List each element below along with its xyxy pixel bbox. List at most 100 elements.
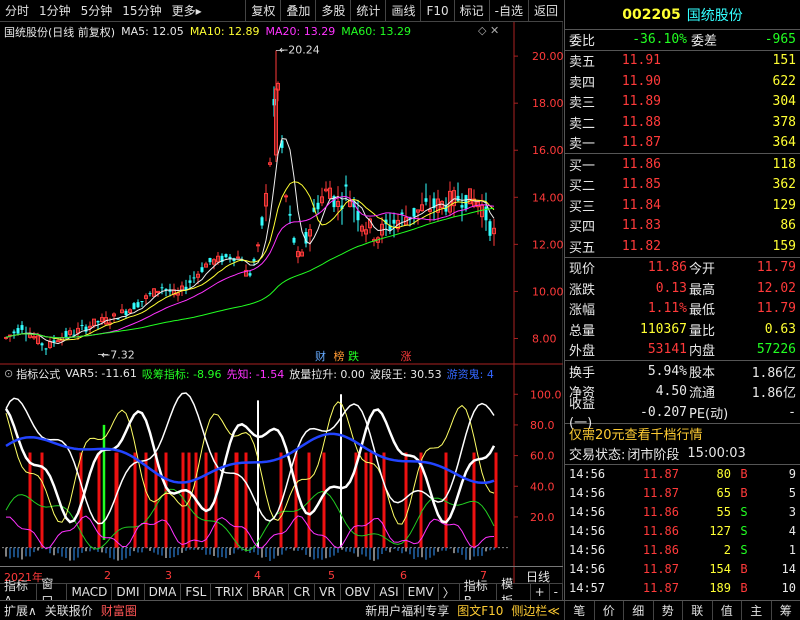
fund-row: 收益(一) -0.207 PE(动) - [565, 397, 800, 431]
indicator-tab[interactable]: 窗口 [37, 577, 68, 608]
tick-price: 11.87 [642, 581, 679, 595]
indicator-tab[interactable]: 指标B [460, 579, 498, 608]
tick-count: 1 [788, 543, 796, 557]
panel-switch-icon[interactable]: 筹 [770, 601, 800, 620]
indicator-tab[interactable]: 〉 [439, 584, 460, 600]
candle-body [44, 348, 48, 350]
cai-marker[interactable]: 财 [315, 350, 326, 363]
candle-body [16, 328, 20, 334]
tick-count: 10 [781, 581, 796, 595]
stat-value: 11.79 [756, 301, 796, 317]
stat-row: 外盘 53141 内盘 57226 [565, 340, 800, 361]
indicator-bar [382, 452, 386, 548]
ma20-line [5, 195, 495, 339]
order-volume: 118 [772, 156, 796, 172]
tick-time: 14:57 [569, 581, 606, 595]
stat-label: 最低 [689, 303, 716, 319]
indicator-tab[interactable]: CR [289, 584, 316, 600]
bottom-left-button[interactable]: 扩展∧ [0, 601, 41, 620]
indicator-tab[interactable]: EMV [404, 584, 439, 600]
price-tick-label: 14.00 [532, 191, 563, 204]
stat-label: 最高 [689, 282, 716, 298]
panel-switch-icon[interactable]: 细 [623, 601, 653, 620]
tick-count: 5 [788, 486, 796, 500]
fund-value: - [788, 404, 796, 420]
panel-switch-icon[interactable]: 主 [741, 601, 771, 620]
price-axis: 20.00 18.00 16.00 14.00 12.00 10.00 8.00 100.0 8… [514, 50, 563, 524]
stat-label: 量比 [689, 323, 716, 339]
stat-label: 外盘 [569, 344, 596, 360]
sidebar-toggle[interactable]: 侧边栏≪ [507, 601, 564, 620]
level2-promo[interactable]: 仅需20元查看千档行情 [565, 424, 800, 445]
stat-label: 涨幅 [569, 303, 596, 319]
indicator-tab[interactable]: 模 板 [497, 577, 531, 608]
candle-body [488, 221, 492, 236]
month-label: 2 [104, 569, 111, 582]
price-tick-label: 8.00 [532, 332, 557, 345]
indicator-tab[interactable]: BRAR [248, 584, 290, 600]
stock-code: 002205 [622, 6, 681, 23]
tick-price: 11.87 [642, 467, 679, 481]
indicator-tab[interactable]: DMA [145, 584, 182, 600]
tuwen-f10-button[interactable]: 图文F10 [453, 601, 507, 620]
buy-orders: 买一 11.86 118 买二 11.85 362 买三 11.84 129 买四 11.83 86 买… [565, 154, 800, 258]
order-price: 11.85 [621, 177, 661, 193]
indicator-tab[interactable]: FSL [181, 584, 212, 600]
candle-body [192, 277, 196, 279]
indicator-bar [444, 452, 448, 548]
tick-row: 14:56 11.87 80 B 9 [565, 465, 800, 484]
price-tick-label: 20.00 [532, 50, 563, 63]
panel-switch-icon[interactable]: 联 [682, 601, 712, 620]
panel-switch-icon[interactable]: 价 [593, 601, 624, 620]
indicator-tab[interactable]: DMI [112, 584, 145, 600]
indicator-series [4, 392, 498, 561]
fund-label: 流通 [689, 386, 716, 402]
tick-row: 14:56 11.87 65 B 5 [565, 484, 800, 503]
tick-volume: 80 [716, 467, 731, 481]
fundamentals: 换手 5.94% 股本 1.86亿 净资 4.50 流通 1.86亿 收益(一) -0.207 PE… [565, 361, 800, 431]
sell-order-row: 卖四 11.90 622 [565, 71, 800, 92]
quote-panel: 002205 国统股份 委比 -36.10% 委差 -965 卖五 11.91 15… [564, 0, 800, 614]
panel-switch-icon[interactable]: 势 [652, 601, 683, 620]
indicator-tab[interactable]: VR [315, 584, 341, 600]
stat-value: 11.79 [756, 260, 796, 276]
tick-volume: 154 [709, 562, 731, 576]
candle-body [96, 321, 100, 323]
indicator-tab[interactable]: TRIX [211, 584, 248, 600]
panel-switch-icon[interactable]: 笔 [564, 601, 594, 620]
stock-name[interactable]: 国统股份 [687, 5, 743, 25]
bottom-left-button[interactable]: 关联报价 [41, 601, 97, 620]
order-label: 买五 [569, 240, 596, 256]
indicator-tab[interactable]: OBV [341, 584, 376, 600]
tick-row: 14:56 11.86 55 S 3 [565, 503, 800, 522]
month-label: 5 [328, 569, 335, 582]
indicator-tab[interactable]: - [550, 584, 564, 600]
stock-header: 002205 国统股份 [565, 0, 800, 30]
indicator-name[interactable]: 指标公式 [16, 366, 60, 382]
candle-body [56, 340, 60, 343]
tick-bs: B [740, 467, 748, 481]
indicator-tab[interactable]: MACD [67, 584, 113, 600]
die-marker[interactable]: 跌 [348, 350, 359, 363]
low-price-label: ←7.32 [101, 348, 135, 361]
promo-link[interactable]: 新用户福利专享 [361, 601, 453, 620]
candle-body [424, 198, 428, 202]
stat-row: 涨跌 0.13 最高 12.02 [565, 278, 800, 299]
zhang-marker[interactable]: 涨 [401, 350, 412, 363]
panel-switch-icon[interactable]: 值 [711, 601, 742, 620]
bang-marker[interactable]: 榜 [334, 350, 345, 363]
fund-label: 股本 [689, 365, 716, 381]
indicator-tab[interactable]: + [531, 584, 550, 600]
indicator-tab[interactable]: 指标A [0, 579, 38, 608]
indicator-bar [494, 452, 498, 548]
indicator-tab[interactable]: ASI [375, 584, 404, 600]
candle-body [208, 258, 212, 263]
tick-price: 11.86 [642, 543, 679, 557]
candle-body [136, 302, 140, 308]
candle-body [132, 303, 136, 310]
stat-label: 总量 [569, 323, 596, 339]
indicator-menu-icon[interactable]: ⊙ [4, 367, 13, 380]
fund-value: 5.94% [647, 363, 687, 379]
bottom-left-button[interactable]: 财富圈 [97, 601, 141, 620]
order-price: 11.89 [621, 94, 661, 110]
